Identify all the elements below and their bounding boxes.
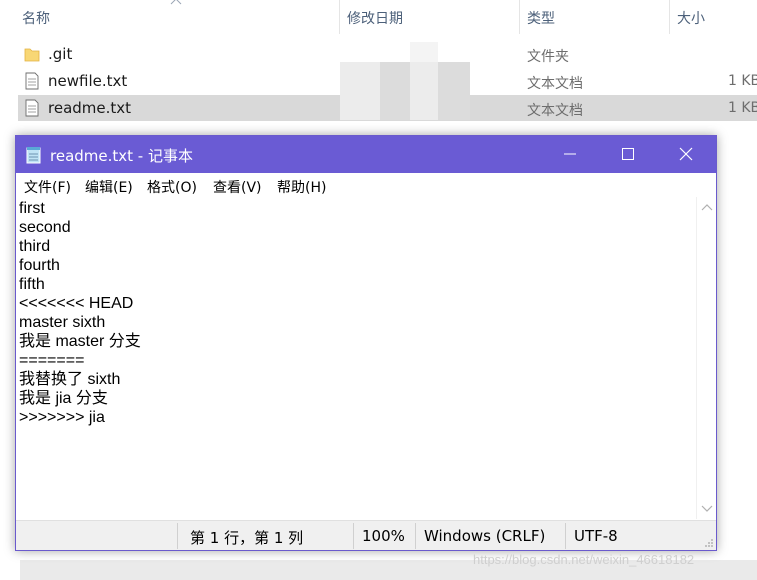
minimize-button[interactable] <box>541 136 599 173</box>
menu-view[interactable]: 查看(V) <box>213 177 262 197</box>
status-divider <box>177 523 178 549</box>
column-header-size[interactable]: 大小 <box>677 8 705 28</box>
text-line: fourth <box>19 257 60 274</box>
text-line: master sixth <box>19 314 106 331</box>
file-size: 1 KB <box>728 73 757 89</box>
watermark: https://blog.csdn.net/weixin_46618182 <box>473 552 695 567</box>
status-zoom: 100% <box>362 527 405 545</box>
redacted-date <box>438 62 470 120</box>
column-header-row: 名称 修改日期 类型 大小 <box>0 0 757 34</box>
file-name: .git <box>48 45 73 63</box>
text-line: third <box>19 238 51 255</box>
text-line: fifth <box>19 276 45 293</box>
window-title: readme.txt - 记事本 <box>50 147 193 165</box>
column-header-modified[interactable]: 修改日期 <box>347 8 403 28</box>
text-editor[interactable]: first second third fourth fifth <<<<<<< … <box>16 197 696 519</box>
status-line-ending: Windows (CRLF) <box>424 527 546 545</box>
file-type: 文件夹 <box>527 49 569 65</box>
sort-ascending-icon <box>170 0 182 5</box>
menu-format[interactable]: 格式(O) <box>147 177 197 197</box>
maximize-button[interactable] <box>599 136 657 173</box>
text-line: 我替换了 sixth <box>19 371 121 388</box>
resize-grip-icon[interactable] <box>704 538 714 548</box>
close-icon <box>679 147 693 161</box>
text-line: 我是 jia 分支 <box>19 390 108 407</box>
close-button[interactable] <box>657 136 715 173</box>
minimize-icon <box>564 153 576 155</box>
redacted-date <box>380 62 410 120</box>
notepad-window: readme.txt - 记事本 文件(F) 编辑(E) 格式(O) 查看(V)… <box>15 135 717 551</box>
redacted-date <box>410 42 438 62</box>
file-type: 文本文档 <box>527 76 583 92</box>
status-divider <box>565 523 566 549</box>
menu-file[interactable]: 文件(F) <box>24 177 71 197</box>
file-name: readme.txt <box>48 99 132 117</box>
text-line: first <box>19 200 45 217</box>
menu-bar: 文件(F) 编辑(E) 格式(O) 查看(V) 帮助(H) <box>16 173 716 197</box>
file-size: 1 KB <box>728 100 757 116</box>
folder-icon <box>24 48 40 62</box>
column-divider[interactable] <box>669 0 670 34</box>
status-bar: 第 1 行，第 1 列 100% Windows (CRLF) UTF-8 <box>16 520 716 550</box>
scroll-up-icon[interactable] <box>701 203 713 211</box>
redacted-date <box>340 62 380 120</box>
status-cursor-position: 第 1 行，第 1 列 <box>190 529 304 547</box>
column-divider[interactable] <box>339 0 340 34</box>
text-line: ======= <box>19 352 85 369</box>
menu-help[interactable]: 帮助(H) <box>277 177 326 197</box>
column-header-type[interactable]: 类型 <box>527 8 555 28</box>
text-line: <<<<<<< HEAD <box>19 295 134 312</box>
vertical-scrollbar[interactable] <box>696 197 716 519</box>
text-file-icon <box>25 99 39 117</box>
column-divider[interactable] <box>519 0 520 34</box>
status-divider <box>415 523 416 549</box>
status-divider <box>353 523 354 549</box>
text-line: 我是 master 分支 <box>19 333 141 350</box>
file-name: newfile.txt <box>48 72 128 90</box>
status-encoding: UTF-8 <box>574 527 618 545</box>
menu-edit[interactable]: 编辑(E) <box>85 177 133 197</box>
notepad-icon <box>26 147 41 164</box>
maximize-icon <box>622 148 634 160</box>
file-type: 文本文档 <box>527 103 583 119</box>
column-header-name[interactable]: 名称 <box>22 8 50 28</box>
text-line: second <box>19 219 71 236</box>
redacted-date <box>410 62 438 120</box>
text-file-icon <box>25 72 39 90</box>
title-bar[interactable]: readme.txt - 记事本 <box>16 136 716 173</box>
scroll-down-icon[interactable] <box>701 505 713 513</box>
text-line: >>>>>>> jia <box>19 409 105 426</box>
